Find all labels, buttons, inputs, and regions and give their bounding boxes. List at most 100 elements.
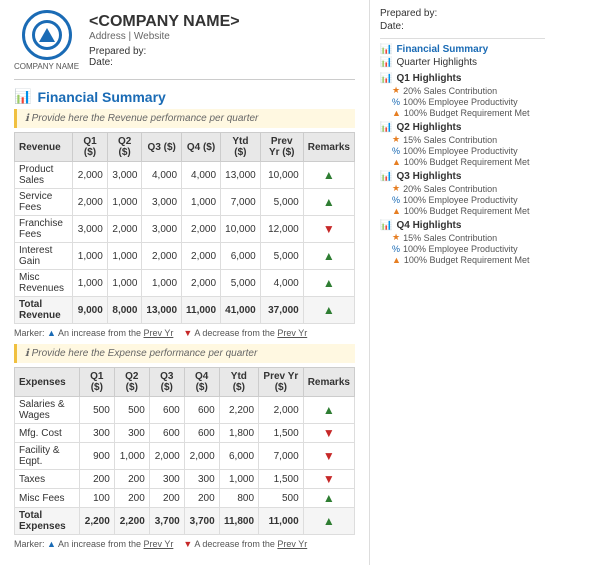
- quarter-title-2[interactable]: 📊Q3 Highlights: [380, 171, 545, 182]
- sidebar-nav-item-1[interactable]: 📊Quarter Highlights: [380, 56, 545, 69]
- cell-ytd: 11,800: [219, 508, 258, 535]
- cell-q2: 1,000: [107, 189, 142, 216]
- quarter-title-1[interactable]: 📊Q2 Highlights: [380, 122, 545, 133]
- cell-ytd: 6,000: [221, 243, 261, 270]
- cell-q2: 500: [114, 397, 149, 424]
- cell-remarks: ▲: [303, 397, 354, 424]
- arrow-up-icon: ▲: [323, 303, 335, 317]
- cell-label: Facility & Eqpt.: [15, 443, 80, 470]
- nav-label: Quarter Highlights: [396, 57, 477, 68]
- cell-prev: 1,500: [259, 424, 304, 443]
- cell-q2: 1,000: [114, 443, 149, 470]
- marker-up-icon: ▲: [47, 328, 56, 338]
- sub-icon: %: [392, 195, 400, 205]
- col-q3: Q3 ($): [142, 133, 182, 162]
- arrow-down-icon: ▼: [323, 426, 335, 440]
- section-title: 📊 Financial Summary: [14, 88, 355, 105]
- exp-marker-up-text: An increase from the: [58, 539, 144, 549]
- quarter-item-2-1: %100% Employee Productivity: [380, 195, 545, 205]
- col-q2-exp: Q2 ($): [114, 368, 149, 397]
- cell-q2: 8,000: [107, 297, 142, 324]
- table-row: Taxes 200 200 300 300 1,000 1,500 ▼: [15, 470, 355, 489]
- cell-q4: 1,000: [182, 189, 221, 216]
- sidebar-nav-item-0[interactable]: 📊Financial Summary: [380, 43, 545, 56]
- arrow-up-icon: ▲: [323, 403, 335, 417]
- cell-q3: 600: [149, 397, 184, 424]
- cell-prev: 1,500: [259, 470, 304, 489]
- arrow-down-icon: ▼: [323, 472, 335, 486]
- cell-q4: 2,000: [182, 270, 221, 297]
- sub-icon: ★: [392, 134, 400, 145]
- prepared-by-label: Prepared by: Date:: [89, 46, 240, 68]
- cell-label: Service Fees: [15, 189, 73, 216]
- cell-q3: 13,000: [142, 297, 182, 324]
- quarter-item-0-0: ★20% Sales Contribution: [380, 85, 545, 96]
- cell-q1: 2,000: [73, 162, 108, 189]
- table-row: Service Fees 2,000 1,000 3,000 1,000 7,0…: [15, 189, 355, 216]
- company-address: Address | Website: [89, 31, 240, 42]
- cell-q4: 2,000: [184, 443, 219, 470]
- quarter-title-icon: 📊: [380, 73, 392, 84]
- sub-icon: ▲: [392, 255, 401, 265]
- col-remarks-exp: Remarks: [303, 368, 354, 397]
- table-row: Facility & Eqpt. 900 1,000 2,000 2,000 6…: [15, 443, 355, 470]
- arrow-down-icon: ▼: [323, 222, 335, 236]
- quarter-item-1-0: ★15% Sales Contribution: [380, 134, 545, 145]
- cell-label: Mfg. Cost: [15, 424, 80, 443]
- cell-prev: 12,000: [260, 216, 303, 243]
- sub-text: 100% Employee Productivity: [403, 146, 518, 156]
- cell-q4: 11,000: [182, 297, 221, 324]
- cell-q4: 2,000: [182, 216, 221, 243]
- exp-marker-down-link: Prev Yr: [277, 539, 307, 549]
- quarter-title-0[interactable]: 📊 Q1 Highlights: [380, 73, 545, 84]
- col-ytd-exp: Ytd ($): [219, 368, 258, 397]
- cell-q3: 2,000: [149, 443, 184, 470]
- quarter-item-2-0: ★20% Sales Contribution: [380, 183, 545, 194]
- quarter-section-2: 📊Q3 Highlights★20% Sales Contribution%10…: [380, 171, 545, 216]
- quarter-item-3-1: %100% Employee Productivity: [380, 244, 545, 254]
- sub-text: 100% Budget Requirement Met: [404, 255, 530, 265]
- sub-text: 100% Budget Requirement Met: [404, 206, 530, 216]
- cell-q1: 3,000: [73, 216, 108, 243]
- cell-ytd: 6,000: [219, 443, 258, 470]
- quarter-item-2-2: ▲100% Budget Requirement Met: [380, 206, 545, 216]
- exp-marker-down-text: A decrease from the: [194, 539, 277, 549]
- arrow-down-icon: ▼: [323, 449, 335, 463]
- revenue-info-box: ℹ Provide here the Revenue performance p…: [14, 109, 355, 128]
- cell-ytd: 10,000: [221, 216, 261, 243]
- cell-q1: 2,000: [73, 189, 108, 216]
- cell-prev: 10,000: [260, 162, 303, 189]
- cell-q3: 4,000: [142, 162, 182, 189]
- cell-remarks: ▼: [303, 470, 354, 489]
- cell-q3: 2,000: [142, 243, 182, 270]
- sub-icon: ★: [392, 85, 400, 96]
- quarter-title-3[interactable]: 📊Q4 Highlights: [380, 220, 545, 231]
- cell-prev: 2,000: [259, 397, 304, 424]
- col-prev: Prev Yr ($): [260, 133, 303, 162]
- quarter-item-0-1: %100% Employee Productivity: [380, 97, 545, 107]
- exp-marker-up-icon: ▲: [47, 539, 56, 549]
- cell-ytd: 5,000: [221, 270, 261, 297]
- section-title-text: Financial Summary: [37, 89, 165, 105]
- revenue-table-header: Revenue Q1 ($) Q2 ($) Q3 ($) Q4 ($) Ytd …: [15, 133, 355, 162]
- arrow-up-icon: ▲: [323, 514, 335, 528]
- cell-remarks: ▼: [303, 443, 354, 470]
- cell-label: Total Revenue: [15, 297, 73, 324]
- expense-info-icon: ℹ: [25, 348, 29, 359]
- cell-label: Misc Revenues: [15, 270, 73, 297]
- col-q1: Q1 ($): [73, 133, 108, 162]
- cell-label: Taxes: [15, 470, 80, 489]
- revenue-table: Revenue Q1 ($) Q2 ($) Q3 ($) Q4 ($) Ytd …: [14, 132, 355, 324]
- sub-icon: %: [392, 146, 400, 156]
- exp-marker-up-link: Prev Yr: [144, 539, 174, 549]
- cell-q4: 600: [184, 424, 219, 443]
- revenue-info-icon: ℹ: [25, 113, 29, 124]
- logo-text: COMPANY NAME: [14, 62, 79, 71]
- quarter-title-text: Q1 Highlights: [396, 73, 461, 84]
- cell-q4: 300: [184, 470, 219, 489]
- table-row: Total Expenses 2,200 2,200 3,700 3,700 1…: [15, 508, 355, 535]
- cell-q3: 3,700: [149, 508, 184, 535]
- col-prev-exp: Prev Yr ($): [259, 368, 304, 397]
- logo: [22, 10, 72, 60]
- cell-q3: 3,000: [142, 216, 182, 243]
